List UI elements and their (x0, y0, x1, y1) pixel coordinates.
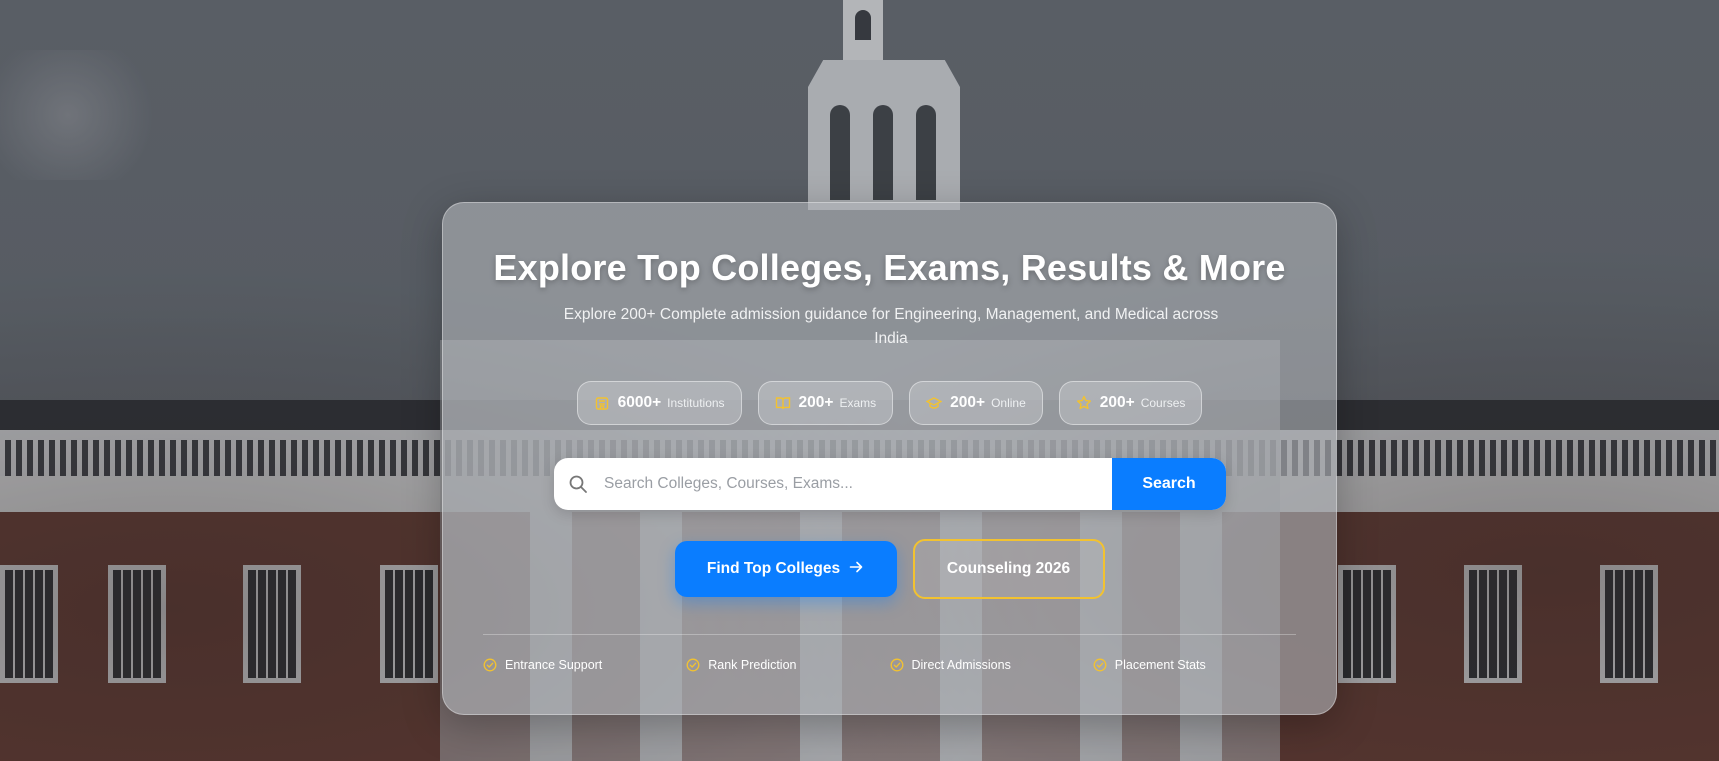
stats-row: 6000+ Institutions 200+ Exams 200+ Onlin… (443, 381, 1336, 425)
cta-row: Find Top Colleges Counseling 2026 (443, 539, 1336, 599)
arrow-right-icon (848, 559, 864, 580)
search-button[interactable]: Search (1112, 458, 1226, 510)
building-icon (594, 395, 610, 411)
feature-item: Entrance Support (483, 658, 686, 672)
graduation-cap-icon (925, 395, 943, 411)
stat-courses: 200+ Courses (1058, 381, 1203, 425)
search-bar: Search (554, 458, 1226, 510)
find-top-colleges-button[interactable]: Find Top Colleges (674, 541, 897, 597)
stat-institutions: 6000+ Institutions (576, 381, 742, 425)
feature-item: Placement Stats (1093, 658, 1296, 672)
divider (483, 634, 1296, 635)
book-icon (775, 395, 791, 411)
features-row: Entrance Support Rank Prediction Direct … (483, 658, 1296, 672)
counseling-button[interactable]: Counseling 2026 (912, 539, 1105, 599)
feature-item: Rank Prediction (686, 658, 889, 672)
check-circle-icon (890, 658, 904, 672)
hero-title: Explore Top Colleges, Exams, Results & M… (493, 247, 1286, 288)
feature-item: Direct Admissions (890, 658, 1093, 672)
check-circle-icon (686, 658, 700, 672)
search-icon (554, 458, 602, 510)
stat-online: 200+ Online (909, 381, 1043, 425)
search-input[interactable] (602, 458, 1112, 510)
hero-subtitle: Explore 200+ Complete admission guidance… (563, 306, 1219, 347)
check-circle-icon (483, 658, 497, 672)
check-circle-icon (1093, 658, 1107, 672)
stat-exams: 200+ Exams (757, 381, 894, 425)
hero-card: Explore Top Colleges, Exams, Results & M… (442, 202, 1337, 715)
star-icon (1076, 395, 1092, 411)
